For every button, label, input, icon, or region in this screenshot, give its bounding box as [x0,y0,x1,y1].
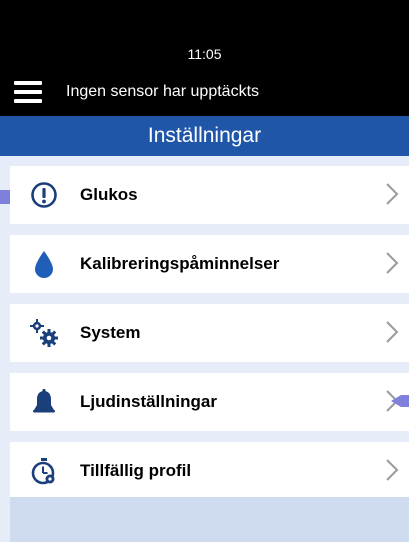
alert-circle-icon [28,179,60,211]
empty-list-area [10,497,409,542]
chevron-right-icon [386,183,399,205]
hamburger-icon[interactable] [14,81,42,103]
chevron-right-icon [386,459,399,481]
chevron-right-icon [386,321,399,343]
status-bar: 11:05 [0,0,409,68]
stopwatch-icon [28,455,60,487]
menu-item-label: Kalibreringspåminnelser [80,254,280,273]
page-title: Inställningar [147,124,262,147]
chevron-right-icon [386,252,399,274]
bell-icon [28,386,60,418]
menu-item-label: Glukos [80,185,138,204]
menu-item-label: Tillfällig profil [80,461,192,480]
menu-item-label: Ljudinställningar [80,392,217,411]
menu-item-ljudinstallningar[interactable]: Ljudinställningar [10,373,409,431]
gears-icon [28,317,60,349]
menu-item-system[interactable]: System [10,304,409,362]
top-bar: Ingen sensor har upptäckts [0,68,409,116]
menu-item-tillfallig-profil[interactable]: Tillfällig profil [10,442,409,500]
page-title-bar: Inställningar [0,116,409,156]
drop-icon [28,248,60,280]
menu-item-glukos[interactable]: Glukos [10,166,409,224]
sensor-status-text: Ingen sensor har upptäckts [66,83,260,100]
menu-item-kalibreringspaminnelser[interactable]: Kalibreringspåminnelser [10,235,409,293]
pointer-arrow-left-icon [391,395,409,407]
menu-item-label: System [80,323,141,342]
status-time: 11:05 [187,46,222,62]
